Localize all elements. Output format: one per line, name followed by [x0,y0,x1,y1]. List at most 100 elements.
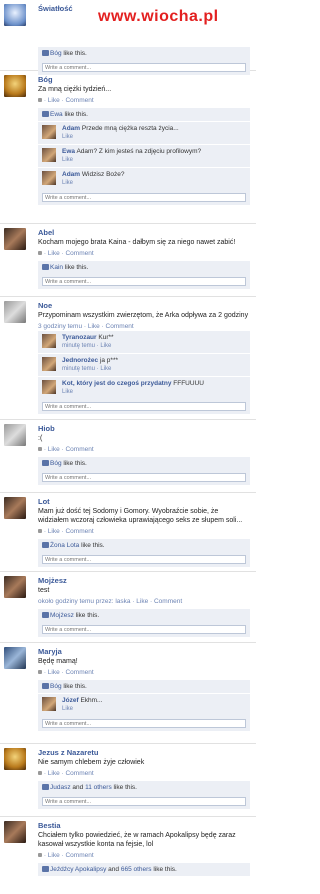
avatar[interactable] [4,748,26,770]
likes-bar: Żona Lota like this. [38,539,250,552]
comment-text: Ekhm... [80,697,103,704]
comment-text: FFFUUUU [173,380,204,387]
avatar[interactable] [4,497,26,519]
comment-like[interactable]: Like [62,706,73,712]
avatar[interactable] [4,4,26,26]
comment-avatar[interactable] [42,334,56,348]
comment-input[interactable] [42,402,246,411]
post-bestia: Bestia Chciałem tylko powiedzieć, że w r… [0,817,256,883]
lock-icon [38,251,42,255]
post-author[interactable]: Światłość [38,4,250,13]
post-actions[interactable]: · Like · Comment [44,446,94,453]
comment-input[interactable] [42,473,246,482]
avatar[interactable] [4,576,26,598]
others-link[interactable]: 11 others [85,784,112,791]
comment-author[interactable]: Józef [62,697,79,704]
liker-link[interactable]: Judasz [50,784,71,791]
post-text: Przypominam wszystkim zwierzętom, że Ark… [38,312,249,319]
comment-avatar[interactable] [42,171,56,185]
post-hiob: Hiob :( · Like · Comment Bóg like this. [0,420,256,493]
comment-avatar[interactable] [42,148,56,162]
post-actions[interactable]: · Like · Comment [44,528,94,535]
post-bog: Bóg Za mną ciężki tydzień... · Like · Co… [0,71,256,224]
post-actions[interactable]: · Like · Comment [44,250,94,257]
post-author[interactable]: Bóg [38,75,250,84]
post-text: Będę mamą! [38,658,78,665]
post-actions[interactable]: 3 godziny temu · Like · Comment [38,323,134,330]
comment: Kot, który jest do czegoś przydatny FFFU… [38,376,250,399]
post-actions[interactable]: · Like · Comment [44,669,94,676]
avatar[interactable] [4,424,26,446]
lock-icon [38,670,42,674]
comment-box [38,622,250,637]
comment-like[interactable]: Like [62,134,73,140]
post-author[interactable]: Abel [38,228,250,237]
thumbs-up-icon [42,50,49,56]
comment: Józef Ekhm... Like [38,693,250,716]
others-link[interactable]: 665 others [121,866,152,873]
comment-input[interactable] [42,719,246,728]
comment-meta[interactable]: Like [62,389,73,395]
post-author[interactable]: Lot [38,497,250,506]
comment-like[interactable]: Like [62,180,73,186]
comment-input[interactable] [42,555,246,564]
liker-link[interactable]: Ewa [50,111,63,118]
post-author[interactable]: Jezus z Nazaretu [38,748,250,757]
post-meta: · Like · Comment [38,528,250,535]
comment-like[interactable]: Like [62,157,73,163]
thumbs-up-icon [42,866,49,872]
comment-avatar[interactable] [42,697,56,711]
post-author[interactable]: Bestia [38,821,250,830]
liker-link[interactable]: Kain [50,264,63,271]
avatar[interactable] [4,821,26,843]
post-text: Mam już dość tej Sodomy i Gomory. Wyobra… [38,508,243,524]
comment-input[interactable] [42,797,246,806]
comment-avatar[interactable] [42,357,56,371]
comment-author[interactable]: Adam [62,171,80,178]
comment-meta[interactable]: minutę temu · Like [62,366,111,372]
liker-link[interactable]: Bóg [50,683,62,690]
liker-link[interactable]: Bóg [50,460,62,467]
thumbs-up-icon [42,460,49,466]
comment-avatar[interactable] [42,380,56,394]
comment-text: Przede mną ciężka reszta życia... [81,125,179,132]
comment-author[interactable]: Tyranozaur [62,334,97,341]
avatar[interactable] [4,228,26,250]
post-actions[interactable]: · Like · Comment [44,97,94,104]
comment-avatar[interactable] [42,125,56,139]
comment-box [38,552,250,567]
comment-text: Widzisz Boże? [81,171,125,178]
likes-text: like this. [61,460,87,467]
comment-text: ja p*** [99,357,119,364]
liker-link[interactable]: Jeźdźcy Apokalipsy [50,866,106,873]
comment-author[interactable]: Adam [62,125,80,132]
comment-input[interactable] [42,193,246,202]
post-actions[interactable]: · Like · Comment [44,852,94,859]
post-author[interactable]: Noe [38,301,250,310]
avatar[interactable] [4,647,26,669]
post-actions[interactable]: około godziny temu przez: laska · Like ·… [38,598,182,605]
post-text: Chciałem tylko powiedzieć, że w ramach A… [38,832,236,848]
comment-author[interactable]: Jednorożec [62,357,98,364]
liker-link[interactable]: Żona Lota [50,542,79,549]
likes-bar: Bóg like this. [38,680,250,693]
comment-meta[interactable]: minutę temu · Like [62,343,111,349]
post-actions[interactable]: · Like · Comment [44,770,94,777]
comment-input[interactable] [42,625,246,634]
comment-author[interactable]: Kot, który jest do czegoś przydatny [62,380,171,387]
comment-author[interactable]: Ewa [62,148,75,155]
post-text: test [38,587,50,594]
liker-link[interactable]: Mojżesz [50,612,74,619]
avatar[interactable] [4,301,26,323]
lock-icon [38,98,42,102]
post-author[interactable]: Mojżesz [38,576,250,585]
comment: Jednorożec ja p*** minutę temu · Like [38,353,250,376]
likes-text: like this. [151,866,177,873]
post-author[interactable]: Hiob [38,424,250,433]
post-author[interactable]: Maryja [38,647,250,656]
post-noe: Noe Przypominam wszystkim zwierzętom, że… [0,297,256,420]
likes-bar: Bóg like this. [38,47,250,60]
avatar[interactable] [4,75,26,97]
comment-input[interactable] [42,277,246,286]
liker-link[interactable]: Bóg [50,50,62,57]
